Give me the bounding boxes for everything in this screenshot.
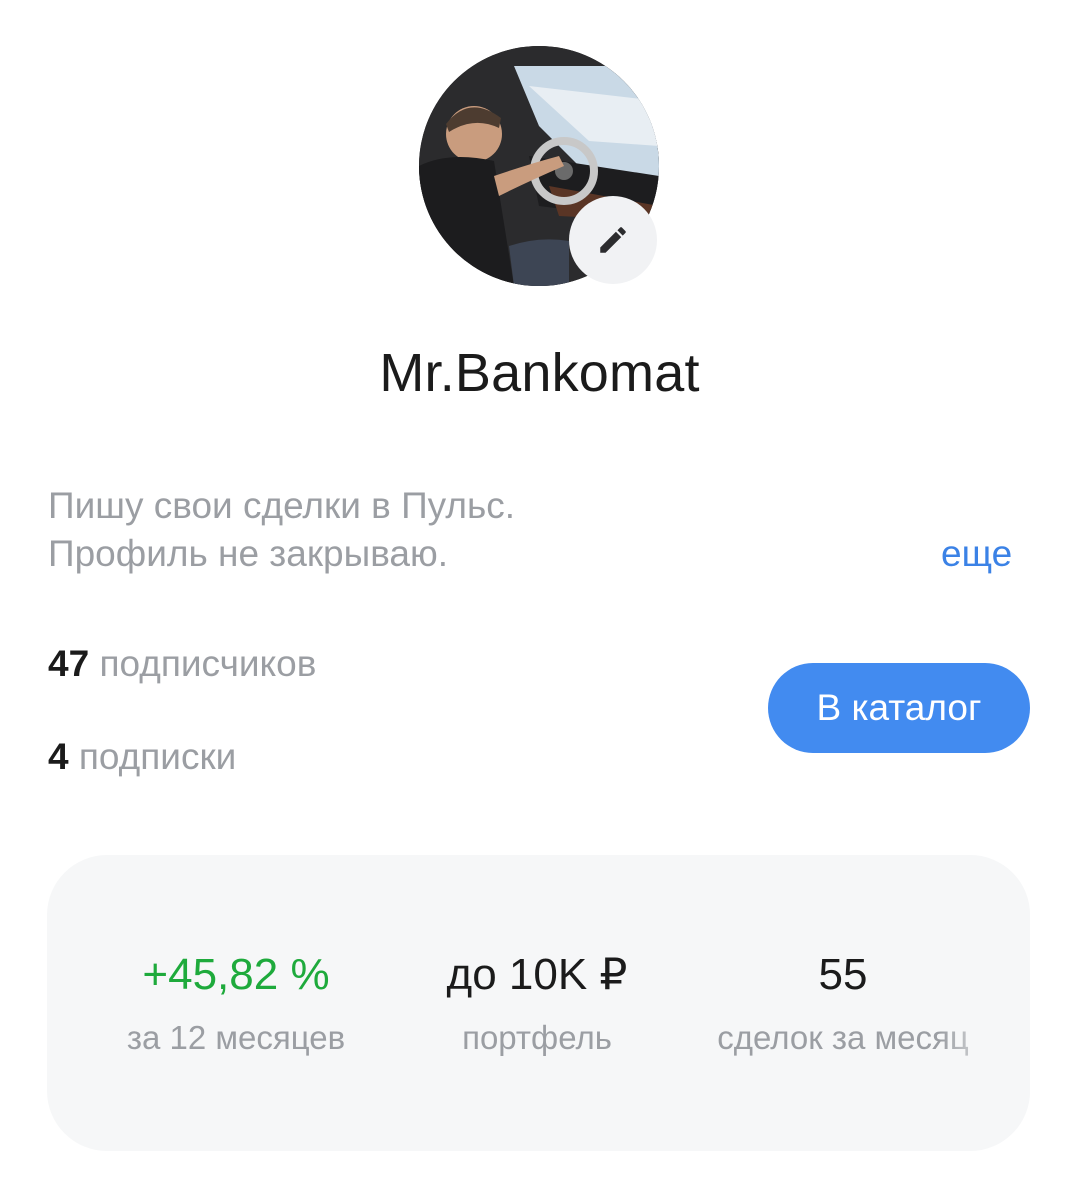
bio-line: Профиль не закрываю. bbox=[48, 533, 449, 574]
profile-avatar-container bbox=[419, 46, 659, 286]
stat-deals: 55 сделок за месяц bbox=[703, 947, 983, 1059]
stat-yield-value: +45,82 % bbox=[142, 950, 330, 999]
stat-yield: +45,82 % за 12 месяцев bbox=[77, 947, 395, 1059]
edit-avatar-button[interactable] bbox=[569, 196, 657, 284]
stat-portfolio-value: до 10K ₽ bbox=[446, 950, 628, 999]
followers-count[interactable]: 47 подписчиков bbox=[48, 640, 316, 688]
stat-deals-caption: сделок за месяц bbox=[717, 1019, 969, 1056]
catalog-button[interactable]: В каталог bbox=[768, 663, 1030, 753]
bio-more-link[interactable]: еще bbox=[941, 530, 1012, 578]
pencil-icon bbox=[600, 227, 626, 253]
stat-portfolio-caption: портфель bbox=[462, 1019, 612, 1056]
stat-deals-value: 55 bbox=[818, 950, 868, 999]
stats-card: +45,82 % за 12 месяцев до 10K ₽ портфель… bbox=[47, 855, 1030, 1151]
stat-yield-caption: за 12 месяцев bbox=[126, 1019, 346, 1056]
followers-number: 47 bbox=[48, 643, 90, 684]
profile-bio: Пишу свои сделки в Пульс. Профиль не зак… bbox=[48, 482, 515, 578]
followers-label: подписчиков bbox=[99, 643, 317, 684]
stat-portfolio: до 10K ₽ портфель bbox=[387, 947, 687, 1059]
following-number: 4 bbox=[48, 736, 69, 777]
following-label: подписки bbox=[78, 736, 237, 777]
profile-username: Mr.Bankomat bbox=[379, 343, 700, 403]
following-count[interactable]: 4 подписки bbox=[48, 733, 236, 781]
bio-line: Пишу свои сделки в Пульс. bbox=[48, 485, 516, 526]
